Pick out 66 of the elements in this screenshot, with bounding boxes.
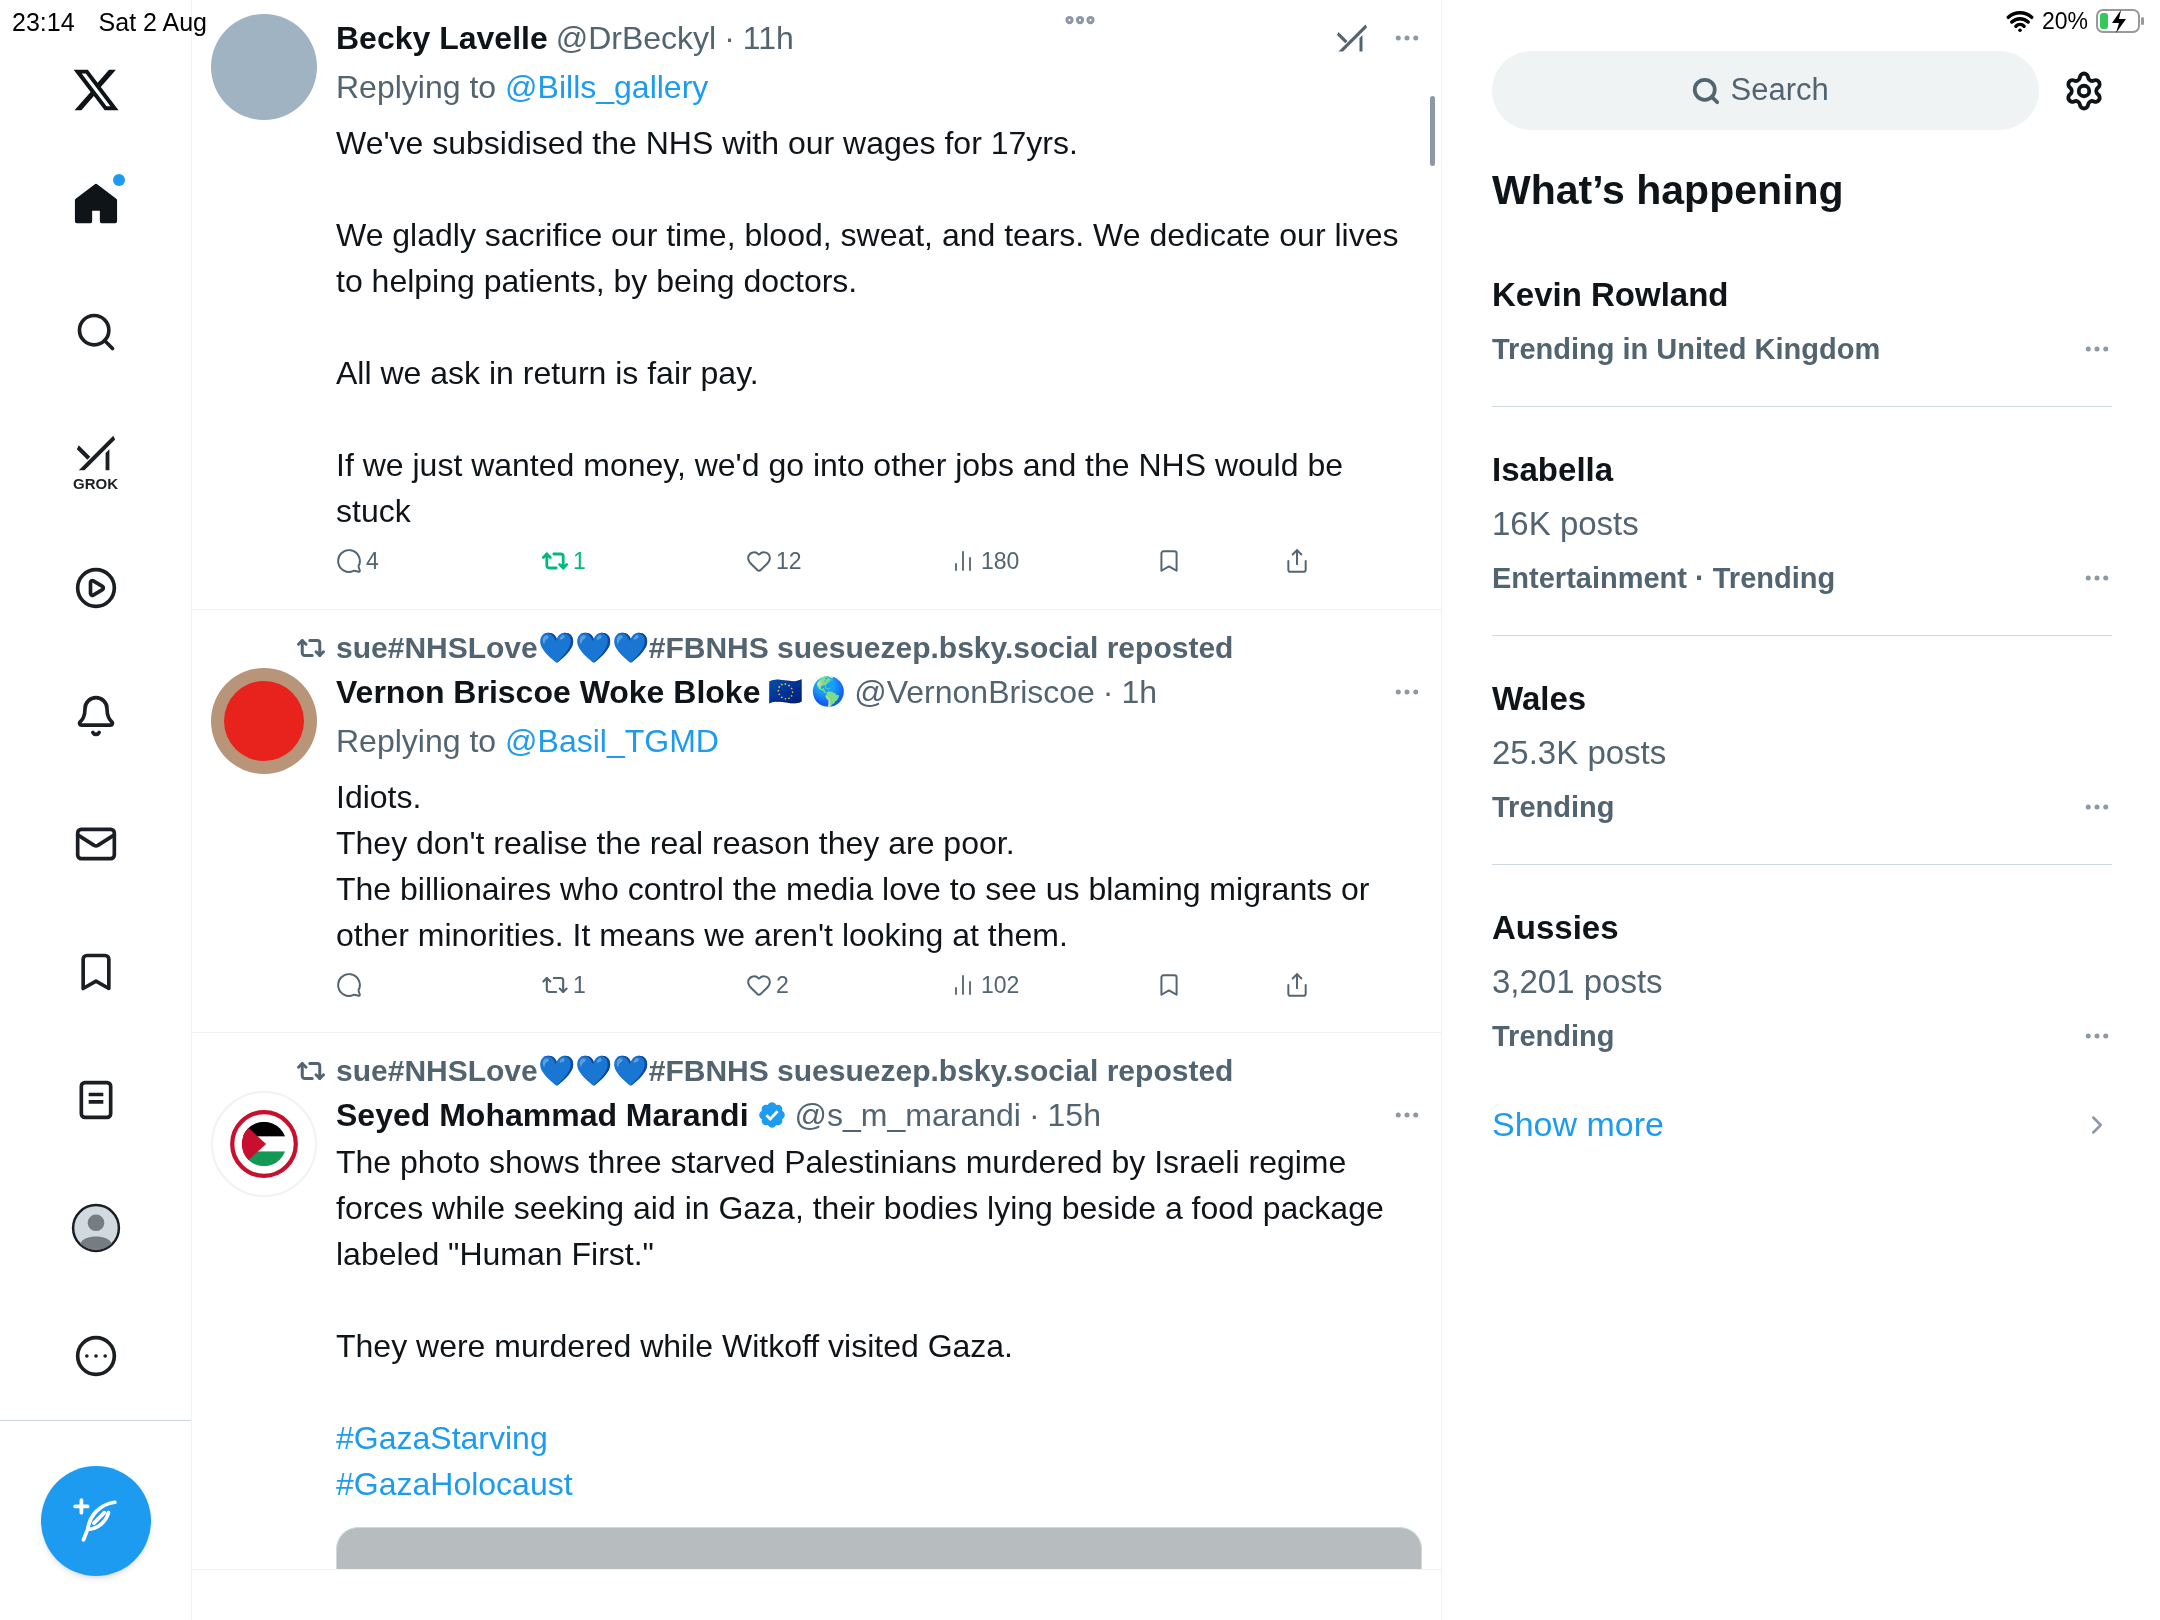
post-text: We gladly sacrifice our time, blood, sweat, and tears. We dedicate our lives to helping patients, by being doctors. — [336, 216, 1400, 301]
repost-attribution[interactable]: sue#NHSLove💙💙💙#FBNHS suesuezep.bsky.social reposted — [336, 627, 1234, 668]
post-text: All we ask in return is fair pay. — [336, 354, 760, 393]
post-text: If we just wanted money, we'd go into other jobs and the NHS would be stuck — [336, 446, 1344, 531]
play-icon — [73, 566, 118, 610]
trend-name[interactable]: Wales — [1492, 672, 2112, 726]
post-time[interactable]: 11h — [742, 14, 794, 62]
trend-context: Trending — [1492, 1019, 1615, 1054]
replying-label: Replying to — [336, 721, 497, 761]
settings-icon[interactable] — [2063, 69, 2105, 112]
search-field[interactable]: Search — [1492, 51, 2039, 130]
repost-button[interactable]: 1 — [541, 967, 586, 1002]
trend-post-count: 25.3K posts — [1492, 733, 1668, 773]
trend-name[interactable]: Aussies — [1492, 901, 2112, 955]
share-icon[interactable] — [1284, 971, 1310, 998]
post-text: The billionaires who control the media love to see us blaming migrants or other minorities. It means we aren't looking at them. — [336, 869, 1371, 955]
search-input[interactable]: Search — [1730, 67, 1841, 114]
author-handle[interactable]: @s_m_marandi — [794, 1091, 1021, 1139]
reply-button[interactable]: 4 — [336, 544, 379, 579]
section-heading: What’s happening — [1492, 166, 1845, 215]
post-text: They don't realise the real reason they are poor. — [336, 823, 1016, 863]
author-name[interactable]: Vernon Briscoe Woke Bloke — [336, 667, 761, 716]
status-date: Sat 2 Aug — [98, 7, 207, 38]
post-text: Idiots. — [336, 777, 423, 817]
author-handle[interactable]: @DrBeckyl — [555, 14, 717, 62]
verified-badge-icon — [756, 1100, 787, 1130]
trend-post-count: 16K posts — [1492, 504, 1640, 544]
separator-dot: · — [1028, 1096, 1040, 1135]
post-text: The photo shows three starved Palestinians murdered by Israeli regime forces while seeking aid in Gaza, their bodies lying beside a food package labeled "Human First." — [336, 1143, 1385, 1274]
replying-label: Replying to — [336, 68, 497, 107]
scrollbar — [1430, 96, 1435, 166]
post-text: They were murdered while Witkoff visited Gaza. — [336, 1327, 1014, 1366]
repost-attribution[interactable]: sue#NHSLove💙💙💙#FBNHS suesuezep.bsky.social reposted — [336, 1051, 1234, 1091]
more-icon — [73, 1334, 118, 1378]
profile-avatar-icon — [70, 1203, 121, 1253]
trend-context: Trending — [1492, 790, 1615, 825]
trend-context: Trending in United Kingdom — [1492, 332, 1881, 367]
status-time: 23:14 — [12, 7, 75, 38]
search-icon — [1690, 75, 1721, 106]
heart-icon — [746, 548, 772, 575]
views-button[interactable]: 180 — [951, 544, 1020, 579]
separator-dot: · — [1102, 672, 1114, 712]
trend-context: Entertainment · Trending — [1492, 561, 1836, 596]
reply-icon — [336, 548, 362, 575]
battery-percentage: 20% — [2041, 7, 2088, 36]
post-text: We've subsidised the NHS with our wages for 17yrs. — [336, 124, 1079, 163]
post-time[interactable]: 15h — [1047, 1091, 1101, 1139]
battery-charging-icon — [2096, 8, 2146, 35]
trend-name[interactable]: Isabella — [1492, 443, 2112, 497]
trend-name[interactable]: Kevin Rowland — [1492, 268, 2112, 322]
author-handle[interactable]: @VernonBriscoe — [854, 667, 1095, 716]
like-button[interactable]: 2 — [746, 967, 789, 1002]
share-icon[interactable] — [1284, 548, 1310, 575]
author-name[interactable]: Becky Lavelle — [336, 14, 548, 62]
separator-dot: · — [724, 19, 735, 58]
reply-icon — [336, 971, 362, 998]
avatar-flag-badge-icon[interactable] — [211, 1091, 317, 1197]
reply-button[interactable] — [336, 971, 362, 998]
like-button[interactable]: 12 — [746, 544, 802, 579]
name-emoji: 🇪🇺 🌎 — [768, 674, 847, 709]
author-name[interactable]: Seyed Mohammad Marandi — [336, 1091, 749, 1139]
post-time[interactable]: 1h — [1121, 667, 1158, 716]
nav-item[interactable]: GROK — [40, 396, 151, 524]
grok-label: GROK — [73, 475, 118, 491]
views-button[interactable]: 102 — [951, 967, 1020, 1002]
trend-post-count: 3,201 posts — [1492, 962, 1664, 1002]
